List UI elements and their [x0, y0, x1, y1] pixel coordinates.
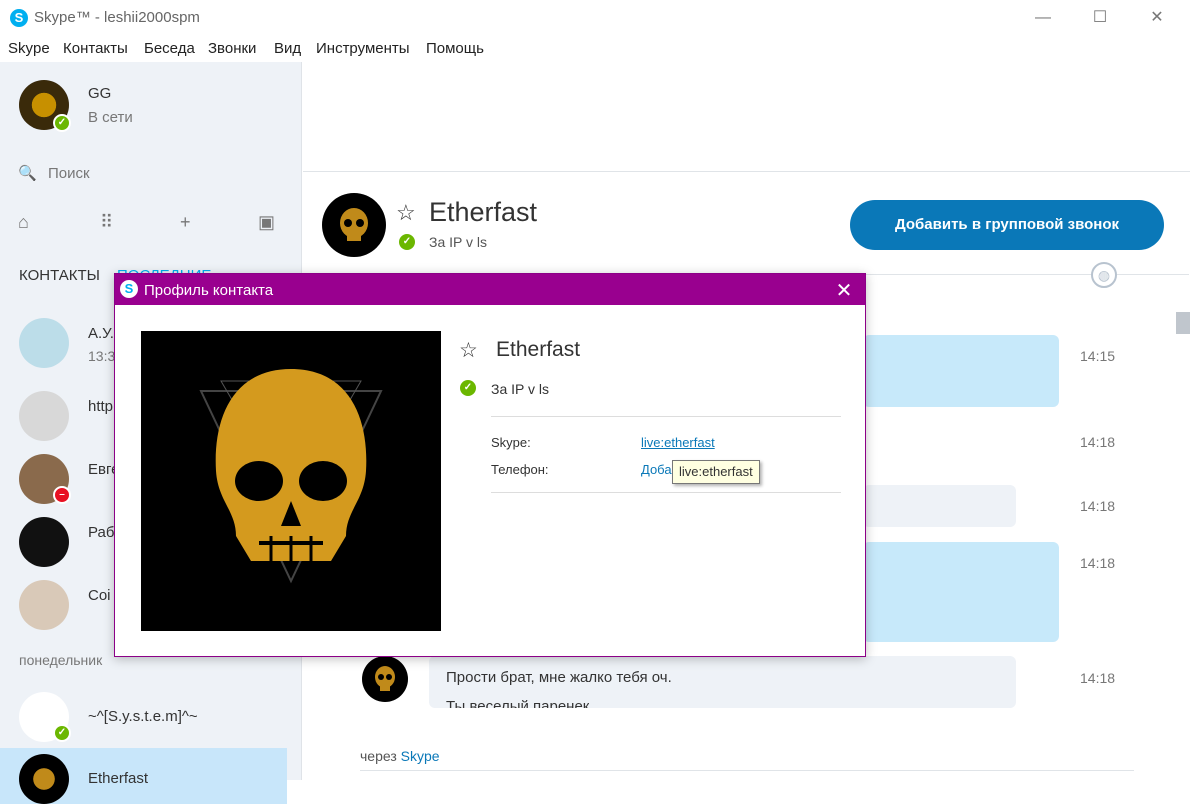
message-time: 14:18 — [1080, 498, 1116, 514]
dialog-close-button[interactable]: ✕ — [831, 278, 857, 303]
via-skype-link[interactable]: Skype — [401, 748, 440, 764]
busy-status-icon: – — [53, 486, 71, 504]
contact-name: http — [88, 398, 114, 415]
message-bubble — [863, 335, 1059, 407]
menu-tools[interactable]: Инструменты — [316, 40, 410, 57]
title-bar: S Skype™ - leshii2000spm — ☐ ✕ — [0, 0, 1190, 36]
via-label: через Skype — [360, 748, 440, 764]
add-icon[interactable]: + — [180, 212, 191, 233]
skype-label: Skype: — [491, 435, 531, 450]
contact-name: Coi — [88, 587, 111, 604]
skull-image — [340, 208, 368, 241]
menu-help[interactable]: Помощь — [426, 40, 484, 57]
menu-conversation[interactable]: Беседа — [144, 40, 195, 57]
group-avatar — [19, 318, 69, 368]
globe-icon[interactable]: ◍ — [1091, 262, 1117, 288]
message-text: Прости брат, мне жалко тебя оч. — [446, 669, 672, 686]
scrollbar[interactable] — [1176, 312, 1190, 334]
skype-logo-icon: S — [120, 280, 138, 298]
maximize-button[interactable]: ☐ — [1077, 4, 1123, 32]
my-status[interactable]: В сети — [88, 109, 133, 126]
favorite-star-icon[interactable]: ☆ — [459, 338, 478, 363]
profile-photo — [141, 331, 441, 631]
my-name[interactable]: GG — [88, 85, 111, 102]
contact-avatar — [19, 517, 69, 567]
bot-icon[interactable]: ▣ — [258, 212, 275, 233]
online-status-icon: ✓ — [399, 234, 415, 250]
search-box[interactable]: 🔍 Поиск — [18, 164, 90, 182]
dialpad-icon[interactable]: ⠿ — [100, 212, 113, 233]
favorite-star-icon[interactable]: ☆ — [396, 200, 416, 226]
contact-name: Etherfast — [88, 770, 149, 787]
online-status-icon: ✓ — [53, 114, 71, 132]
menu-bar: Skype Контакты Беседа Звонки Вид Инструм… — [0, 36, 1190, 62]
search-icon: 🔍 — [18, 165, 37, 182]
message-avatar[interactable] — [362, 656, 408, 702]
top-banner — [303, 62, 1190, 172]
message-time: 14:18 — [1080, 670, 1116, 686]
message-time: 14:18 — [1080, 555, 1116, 571]
search-placeholder: Поиск — [48, 165, 90, 182]
close-button[interactable]: ✕ — [1134, 4, 1180, 32]
skull-image — [199, 369, 383, 584]
contact-time: 13:3 — [88, 348, 116, 364]
add-to-group-call-button[interactable]: Добавить в групповой звонок — [850, 200, 1164, 250]
menu-skype[interactable]: Skype — [8, 40, 50, 57]
phone-label: Телефон: — [491, 462, 549, 477]
message-time: 14:18 — [1080, 434, 1116, 450]
contact-avatar — [19, 580, 69, 630]
tab-contacts[interactable]: КОНТАКТЫ — [19, 267, 100, 284]
contact-avatar — [19, 391, 69, 441]
via-prefix: через — [360, 748, 397, 764]
minimize-button[interactable]: — — [1020, 4, 1066, 32]
contact-name: А.У. — [88, 325, 114, 342]
contact-tabs: КОНТАКТЫ ПОСЛЕДНИЕ — [19, 267, 211, 284]
home-icon[interactable]: ⌂ — [18, 212, 29, 233]
day-label: понедельник — [19, 652, 103, 668]
divider — [360, 770, 1134, 771]
tooltip: live:etherfast — [672, 460, 760, 484]
message-text: Ты веселый паренек — [446, 698, 590, 708]
profile-name: Etherfast — [496, 338, 581, 361]
menu-contacts[interactable]: Контакты — [63, 40, 128, 57]
skype-id-link[interactable]: live:etherfast — [641, 435, 715, 450]
online-status-icon: ✓ — [53, 724, 71, 742]
skull-image — [375, 666, 395, 691]
divider — [491, 492, 841, 493]
dialog-title: Профиль контакта — [144, 282, 274, 299]
profile-status: За IP v ls — [491, 381, 549, 397]
add-phone-link[interactable]: Доба — [641, 462, 672, 477]
chat-contact-name[interactable]: Etherfast — [429, 197, 537, 228]
contact-item-active[interactable]: Etherfast — [0, 748, 287, 804]
chat-header: ☆ Etherfast ✓ За IP v ls Добавить в груп… — [303, 172, 1190, 272]
contact-avatar — [19, 754, 69, 804]
sidebar-toolbar: ⌂ ⠿ + ▣ — [18, 212, 288, 236]
online-status-icon: ✓ — [460, 380, 476, 396]
menu-calls[interactable]: Звонки — [208, 40, 256, 57]
divider — [491, 416, 841, 417]
message-bubble — [863, 485, 1016, 527]
menu-view[interactable]: Вид — [274, 40, 301, 57]
window-title: Skype™ - leshii2000spm — [34, 9, 200, 26]
dialog-title-bar[interactable]: S Профиль контакта ✕ — [115, 274, 865, 305]
chat-avatar[interactable] — [322, 193, 386, 257]
contact-item[interactable]: ✓ ~^[S.y.s.t.e.m]^~ — [19, 692, 289, 748]
contact-name: ~^[S.y.s.t.e.m]^~ — [88, 708, 198, 725]
chat-contact-status: За IP v ls — [429, 234, 487, 250]
message-time: 14:15 — [1080, 348, 1116, 364]
contact-profile-dialog: S Профиль контакта ✕ ☆ Etherfast ✓ За IP… — [114, 273, 866, 657]
message-bubble — [863, 542, 1059, 642]
contact-name: Раб — [88, 524, 115, 541]
skype-logo-icon: S — [10, 9, 28, 27]
